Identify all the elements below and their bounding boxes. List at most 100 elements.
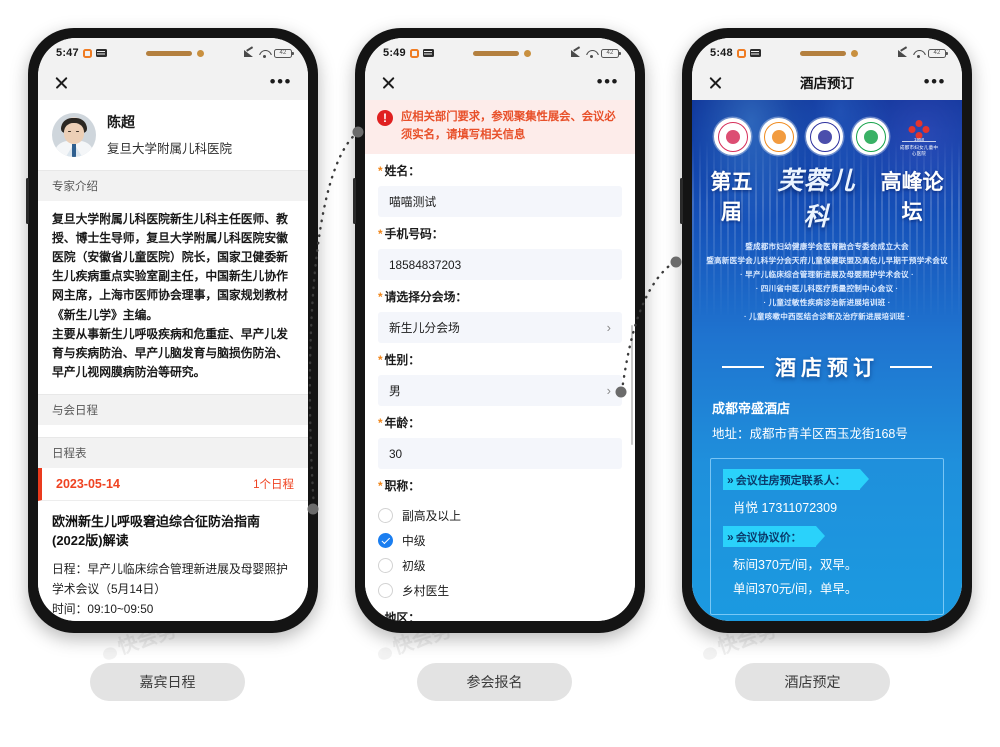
- radio-icon[interactable]: [378, 558, 393, 573]
- more-icon[interactable]: •••: [597, 73, 619, 90]
- bio-paragraph: 复旦大学附属儿科医院新生儿科主任医师、教授、博士生导师，复旦大学附属儿科医院安徽…: [52, 212, 288, 322]
- status-right: 42: [244, 48, 294, 58]
- gender-value: 男: [389, 384, 401, 398]
- status-right: 42: [898, 48, 948, 58]
- phone1-body: 陈超 复旦大学附属儿科医院 专家介绍 复旦大学附属儿科医院新生儿科主任医师、教授…: [38, 100, 308, 621]
- subtitle-line: 暨成都市妇幼健康学会医育融合专委会成立大会: [745, 242, 909, 251]
- price-tag-label: 会议协议价：: [735, 531, 802, 544]
- required-marker: *: [378, 290, 383, 304]
- age-input[interactable]: 30: [378, 438, 622, 469]
- wifi-icon: [586, 49, 597, 58]
- radio-option-selected[interactable]: 中级: [378, 528, 622, 553]
- spacer: [38, 424, 308, 437]
- chevron-right-icon: ›: [606, 320, 611, 335]
- price-line: 单间370元/间，单早。: [733, 582, 858, 597]
- radio-option[interactable]: 副高及以上: [378, 503, 622, 528]
- agenda-time: 时间：09:10~09:50: [52, 601, 154, 616]
- radio-icon[interactable]: [378, 583, 393, 598]
- status-left: 5:48: [710, 47, 761, 59]
- status-left: 5:49: [383, 47, 434, 59]
- gender-select[interactable]: 男 ›: [378, 375, 622, 406]
- close-icon[interactable]: [54, 75, 69, 90]
- logo-red-icon: 1958 成都市妇女儿童中心医院: [898, 118, 940, 156]
- profile-text: 陈超 复旦大学附属儿科医院: [107, 112, 232, 157]
- realname-alert: ! 应相关部门要求，参观聚集性展会、会议必须实名，请填写相关信息: [365, 100, 635, 154]
- field-label: * 性别：: [378, 353, 420, 367]
- radio-icon[interactable]: [378, 508, 393, 523]
- required-marker: *: [378, 479, 383, 493]
- agenda-title: 欧洲新生儿呼吸窘迫综合征防治指南 (2022版)解读: [52, 513, 261, 549]
- radio-label: 乡村医生: [402, 584, 450, 598]
- expert-bio: 复旦大学附属儿科医院新生儿科主任医师、教授、博士生导师，复旦大学附属儿科医院安徽…: [38, 201, 308, 394]
- hotel-info: 成都帝盛酒店 地址：成都市青羊区西玉龙街168号: [692, 382, 962, 442]
- section-header-intro: 专家介绍: [38, 170, 308, 201]
- message-icon: [749, 49, 761, 57]
- logo-pink-icon: [714, 118, 751, 155]
- field-label: * 姓名：: [378, 164, 420, 178]
- title-radio-group: 副高及以上 中级 初级 乡村医生: [365, 501, 635, 603]
- field-region: *地区： 成都: [365, 603, 635, 621]
- status-time: 5:49: [383, 47, 406, 59]
- double-chevron-icon: »: [727, 472, 734, 487]
- agenda-date: 2023-05-14: [56, 476, 120, 491]
- app-square-icon: [409, 48, 419, 58]
- close-icon[interactable]: [381, 75, 396, 90]
- notch-pill: [800, 50, 847, 56]
- phone-registration-form: 5:49 42 ••• ! 应相关部门要求，参观聚集性展会、会议必须实名，请填写…: [353, 28, 645, 633]
- nav-bar: 酒店预订 •••: [692, 64, 962, 100]
- section-header-table: 日程表: [38, 436, 308, 468]
- phone1-screen: 5:47 42 ••• 陈超 复旦大学附属儿科医院 专家介绍 复旦大学附属儿科医…: [38, 38, 308, 621]
- logo-green-icon: [852, 118, 889, 155]
- caption-guest-schedule[interactable]: 嘉宾日程: [90, 663, 245, 701]
- venue-value: 新生儿分会场: [389, 321, 460, 335]
- agenda-detail-link[interactable]: 查看详情 >: [238, 620, 294, 621]
- dynamic-island: [434, 49, 571, 57]
- battery-icon: 42: [274, 48, 294, 58]
- caption-hotel-booking[interactable]: 酒店预定: [735, 663, 890, 701]
- hotel-name: 成都帝盛酒店: [712, 401, 791, 417]
- more-icon[interactable]: •••: [924, 73, 946, 90]
- venue-select[interactable]: 新生儿分会场 ›: [378, 312, 622, 343]
- subtitle-line: · 早产儿临床综合管理新进展及母婴照护学术会议 ·: [740, 270, 914, 280]
- price-tag: » 会议协议价：: [723, 526, 825, 548]
- divider-left: [722, 366, 764, 369]
- field-label: * 年龄：: [378, 416, 420, 430]
- booking-section-title: 酒店预订: [692, 352, 962, 382]
- forum-title-b: 芙蓉儿科: [777, 168, 856, 231]
- status-bar: 5:47 42: [38, 38, 308, 64]
- contact-value: 肖悦 17311072309: [733, 501, 838, 516]
- avatar: [52, 112, 96, 157]
- caption-registration[interactable]: 参会报名: [417, 663, 572, 701]
- required-marker: *: [378, 164, 383, 178]
- field-venue: * 请选择分会场： 新生儿分会场 ›: [365, 280, 635, 343]
- signal-icon: [571, 49, 582, 57]
- price-line: 标间370元/间，双早。: [733, 558, 858, 573]
- phone-input[interactable]: 18584837203: [378, 249, 622, 280]
- logo-orange-icon: [760, 118, 797, 155]
- scrollbar[interactable]: [630, 325, 633, 445]
- close-icon[interactable]: [708, 75, 723, 90]
- expert-profile[interactable]: 陈超 复旦大学附属儿科医院: [38, 100, 308, 170]
- nav-bar: •••: [38, 64, 308, 100]
- field-name: * 姓名： 喵喵测试: [365, 154, 635, 217]
- subtitle-line: · 四川省中医儿科医疗质量控制中心会议 ·: [755, 284, 899, 294]
- agenda-date-row: 2023-05-14 1个日程: [38, 467, 308, 501]
- phone-guest-schedule: 5:47 42 ••• 陈超 复旦大学附属儿科医院 专家介绍 复旦大学附属儿科医…: [26, 28, 318, 633]
- camera-dot-icon: [851, 49, 859, 57]
- radio-option[interactable]: 乡村医生: [378, 578, 622, 603]
- expert-org: 复旦大学附属儿科医院: [107, 142, 233, 156]
- expert-name: 陈超: [107, 114, 135, 130]
- message-icon: [95, 49, 107, 57]
- radio-checked-icon[interactable]: [378, 533, 393, 548]
- subtitle-line: 暨高新医学会儿科学分会天府儿童保健联盟及高危儿早期干预学术会议: [706, 256, 948, 266]
- agenda-item[interactable]: 欧洲新生儿呼吸窘迫综合征防治指南 (2022版)解读 日程：早产儿临床综合管理新…: [38, 501, 308, 621]
- name-input[interactable]: 喵喵测试: [378, 186, 622, 217]
- required-marker: *: [378, 353, 383, 367]
- field-label: * 地区：: [378, 609, 622, 621]
- radio-label: 中级: [402, 534, 426, 548]
- chevron-right-icon: ›: [606, 383, 611, 398]
- more-icon[interactable]: •••: [270, 73, 292, 90]
- status-time: 5:48: [710, 47, 733, 59]
- field-phone: * 手机号码： 18584837203: [365, 217, 635, 280]
- radio-option[interactable]: 初级: [378, 553, 622, 578]
